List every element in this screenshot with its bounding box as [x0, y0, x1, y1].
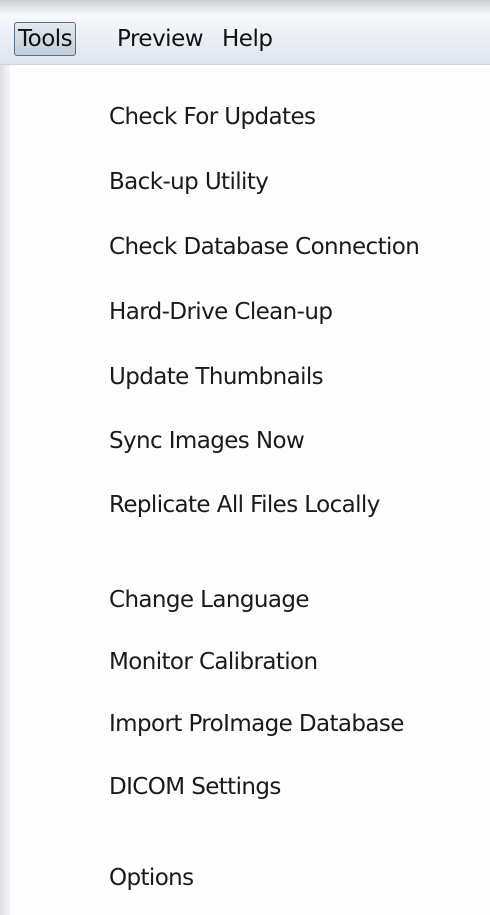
menu-bar: Tools Preview Help: [0, 14, 490, 65]
menu-item-replicate-all-files-locally[interactable]: Replicate All Files Locally: [109, 483, 380, 527]
menu-item-import-proimage-database[interactable]: Import ProImage Database: [109, 702, 404, 746]
menu-item-backup-utility[interactable]: Back-up Utility: [109, 160, 269, 204]
menu-help[interactable]: Help: [222, 23, 273, 55]
menu-item-monitor-calibration[interactable]: Monitor Calibration: [109, 640, 318, 684]
partial-background-glyph: [484, 293, 490, 311]
menu-item-dicom-settings[interactable]: DICOM Settings: [109, 765, 281, 809]
menu-tools[interactable]: Tools: [14, 22, 77, 56]
menu-item-change-language[interactable]: Change Language: [109, 578, 309, 622]
menu-item-check-for-updates[interactable]: Check For Updates: [109, 95, 316, 139]
window-left-edge: [0, 65, 10, 915]
menu-item-sync-images-now[interactable]: Sync Images Now: [109, 419, 305, 463]
menu-item-check-database-connection[interactable]: Check Database Connection: [109, 225, 420, 269]
tools-dropdown-menu: Check For Updates Back-up Utility Check …: [10, 65, 490, 915]
menu-item-hard-drive-cleanup[interactable]: Hard-Drive Clean-up: [109, 290, 333, 334]
menu-item-options[interactable]: Options: [109, 856, 194, 900]
menu-item-update-thumbnails[interactable]: Update Thumbnails: [109, 355, 324, 399]
menu-preview[interactable]: Preview: [117, 23, 204, 55]
window-top-edge: [0, 0, 490, 14]
